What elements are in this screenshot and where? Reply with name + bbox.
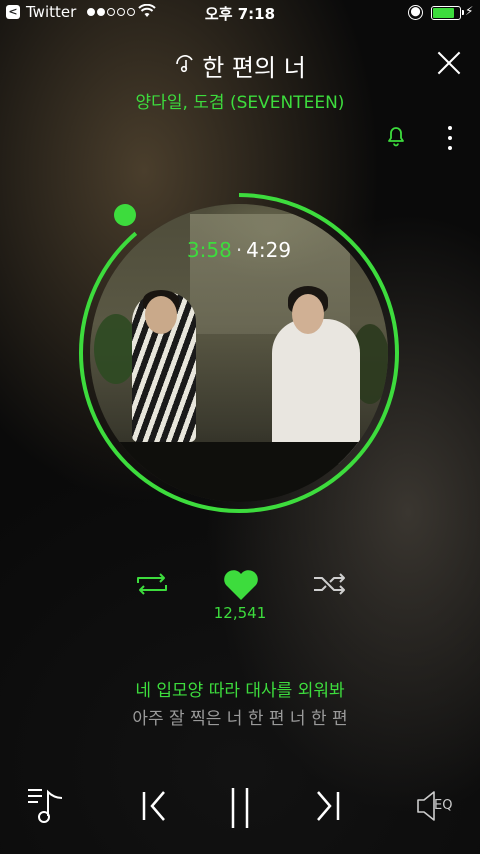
more-icon[interactable] — [444, 124, 456, 152]
battery-level — [433, 8, 454, 18]
status-bar: < Twitter 오후 7:18 ⬤ ⚡ — [0, 0, 480, 26]
battery-icon — [431, 6, 464, 20]
bottom-controls: EQ — [0, 780, 480, 836]
shuffle-icon[interactable] — [312, 570, 348, 598]
like-count: 12,541 — [213, 604, 267, 622]
song-title: 한 편의 너 — [0, 48, 480, 83]
song-note-icon — [174, 52, 196, 79]
close-icon[interactable] — [436, 50, 462, 76]
bell-icon[interactable] — [384, 124, 408, 148]
charging-icon: ⚡ — [465, 4, 474, 18]
eq-label: EQ — [434, 798, 453, 813]
time-separator: · — [235, 238, 243, 262]
eq-icon[interactable]: EQ — [414, 786, 460, 830]
time-display: 3:58 · 4:29 — [78, 238, 400, 262]
album-player: 3:58 · 4:29 — [78, 192, 400, 514]
previous-icon[interactable] — [140, 786, 170, 830]
total-time: 4:29 — [246, 238, 292, 262]
next-icon[interactable] — [312, 786, 342, 830]
elapsed-time: 3:58 — [186, 238, 232, 262]
heart-icon[interactable] — [222, 568, 260, 602]
progress-knob[interactable] — [114, 204, 136, 226]
artist-name[interactable]: 양다일, 도겸 (SEVENTEEN) — [0, 88, 480, 113]
orientation-lock-icon: ⬤ — [408, 5, 423, 20]
lyric-next[interactable]: 아주 잘 찍은 너 한 편 너 한 편 — [0, 704, 480, 729]
repeat-icon[interactable] — [134, 570, 170, 598]
lyric-current[interactable]: 네 입모양 따라 대사를 외워봐 — [0, 676, 480, 701]
playlist-icon[interactable] — [28, 786, 66, 830]
song-title-text: 한 편의 너 — [202, 54, 306, 82]
pause-icon[interactable] — [228, 786, 252, 834]
